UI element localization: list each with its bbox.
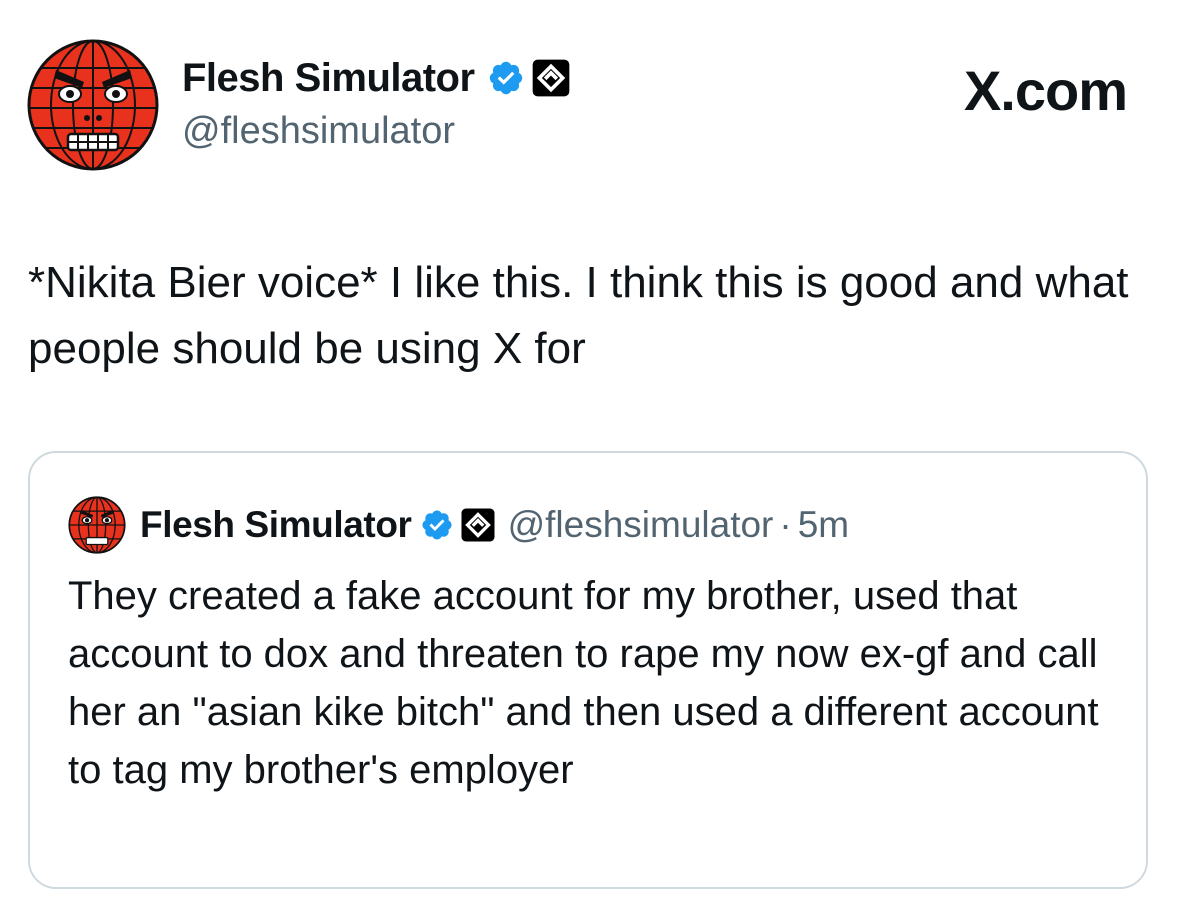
tweet-text: *Nikita Bier voice* I like this. I think… [28,258,1129,373]
quoted-tweet-header: Flesh Simulator @fleshsimulator · 5m [68,496,849,554]
quoted-affiliation-badge-icon[interactable] [460,507,496,543]
affiliation-badge-icon[interactable] [531,58,571,98]
author-handle[interactable]: @fleshsimulator [182,108,455,154]
author-name-row: Flesh Simulator [182,52,571,104]
quoted-author-avatar-icon[interactable] [68,496,126,554]
author-avatar[interactable] [26,38,160,172]
separator-dot: · [779,504,792,545]
quoted-verified-badge-icon[interactable] [420,508,454,542]
quoted-author-display-name[interactable]: Flesh Simulator [140,504,412,546]
globe-face-avatar-icon [27,39,159,171]
quoted-tweet-timestamp[interactable]: 5m [798,504,849,546]
x-com-logo: X.com [963,59,1128,122]
author-display-name[interactable]: Flesh Simulator [182,52,475,104]
quoted-author-handle[interactable]: @fleshsimulator [508,504,774,546]
quoted-tweet-card[interactable]: Flesh Simulator @fleshsimulator · 5m The… [28,451,1148,889]
quoted-tweet-text: They created a fake account for my broth… [68,574,1099,792]
verified-badge-icon[interactable] [487,59,525,97]
